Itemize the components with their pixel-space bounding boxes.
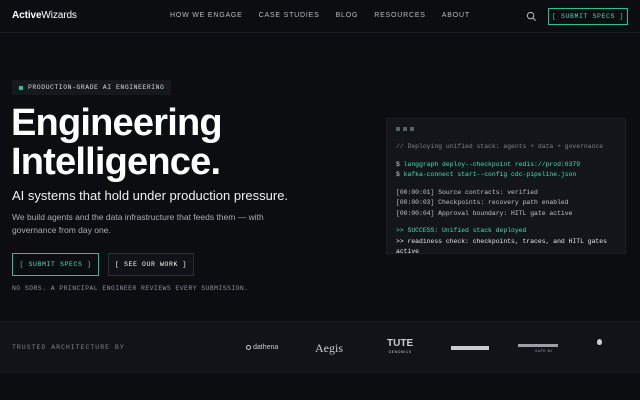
- logo[interactable]: ActiveWizards: [12, 10, 77, 21]
- client-logo-safe-bar: [518, 344, 558, 347]
- trusted-label: TRUSTED ARCHITECTURE BY: [12, 344, 125, 351]
- nav-link-how-we-engage[interactable]: HOW WE ENGAGE: [170, 12, 243, 19]
- submit-specs-button[interactable]: [ SUBMIT SPECS ]: [12, 253, 99, 276]
- terminal-comment: // Deploying unified stack: agents + dat…: [396, 143, 604, 150]
- terminal-log-line: [00:00:03] Checkpoints: recovery path en…: [396, 199, 569, 206]
- search-icon[interactable]: [526, 11, 537, 22]
- terminal-window-controls: [396, 127, 414, 131]
- terminal-success-line: >> SUCCESS: Unified stack deployed: [396, 227, 527, 234]
- nav-submit-specs-button[interactable]: [ SUBMIT SPECS ]: [548, 8, 628, 25]
- see-our-work-button[interactable]: [ SEE OUR WORK ]: [108, 253, 194, 276]
- client-logo-dathena: dathena: [246, 344, 278, 351]
- terminal-readiness-line: >> readiness check: checkpoints, traces,…: [396, 237, 607, 256]
- terminal-command-line: $ langgraph deploy--checkpoint redis://p…: [396, 160, 581, 168]
- nav-link-resources[interactable]: RESOURCES: [374, 12, 426, 19]
- top-nav: ActiveWizards HOW WE ENGAGE CASE STUDIES…: [0, 0, 640, 33]
- hero-badge: PRODUCTION-GRADE AI ENGINEERING: [12, 80, 172, 95]
- badge-label: PRODUCTION-GRADE AI ENGINEERING: [28, 84, 165, 91]
- client-logo-safe: SAFE-BL: [535, 349, 554, 353]
- terminal-command-line: $ kafka-connect start--config cdc-pipeli…: [396, 171, 577, 178]
- terminal-window: // Deploying unified stack: agents + dat…: [386, 118, 626, 255]
- client-logo-wordmark-bar: [451, 346, 489, 350]
- nav-link-about[interactable]: ABOUT: [442, 12, 470, 19]
- nav-link-case-studies[interactable]: CASE STUDIES: [259, 12, 320, 19]
- terminal-log-line: [00:00:04] Approval boundary: HITL gate …: [396, 209, 573, 217]
- hero-description: We build agents and the data infrastruct…: [12, 212, 264, 235]
- nav-links: HOW WE ENGAGE CASE STUDIES BLOG RESOURCE…: [170, 12, 470, 19]
- hero-note: NO SDRS. A PRINCIPAL ENGINEER REVIEWS EV…: [12, 285, 249, 292]
- client-logo-aegis: Aegis: [315, 341, 343, 355]
- badge-dot: [19, 85, 23, 90]
- dathena-logo-mark-icon: [246, 345, 251, 350]
- client-logo-tute: TUTE GENOMICS: [387, 338, 414, 355]
- client-logo-leaf: [597, 339, 602, 348]
- leaf-logo-icon: [597, 339, 602, 345]
- hero-subtitle: AI systems that hold under production pr…: [12, 188, 289, 203]
- terminal-output: // Deploying unified stack: agents + dat…: [396, 142, 621, 258]
- trusted-by-strip: TRUSTED ARCHITECTURE BY dathena Aegis TU…: [0, 321, 640, 373]
- page-title: Engineering Intelligence.: [11, 102, 223, 183]
- terminal-log-line: [00:00:01] Source contracts: verified: [396, 188, 538, 196]
- nav-link-blog[interactable]: BLOG: [336, 12, 359, 19]
